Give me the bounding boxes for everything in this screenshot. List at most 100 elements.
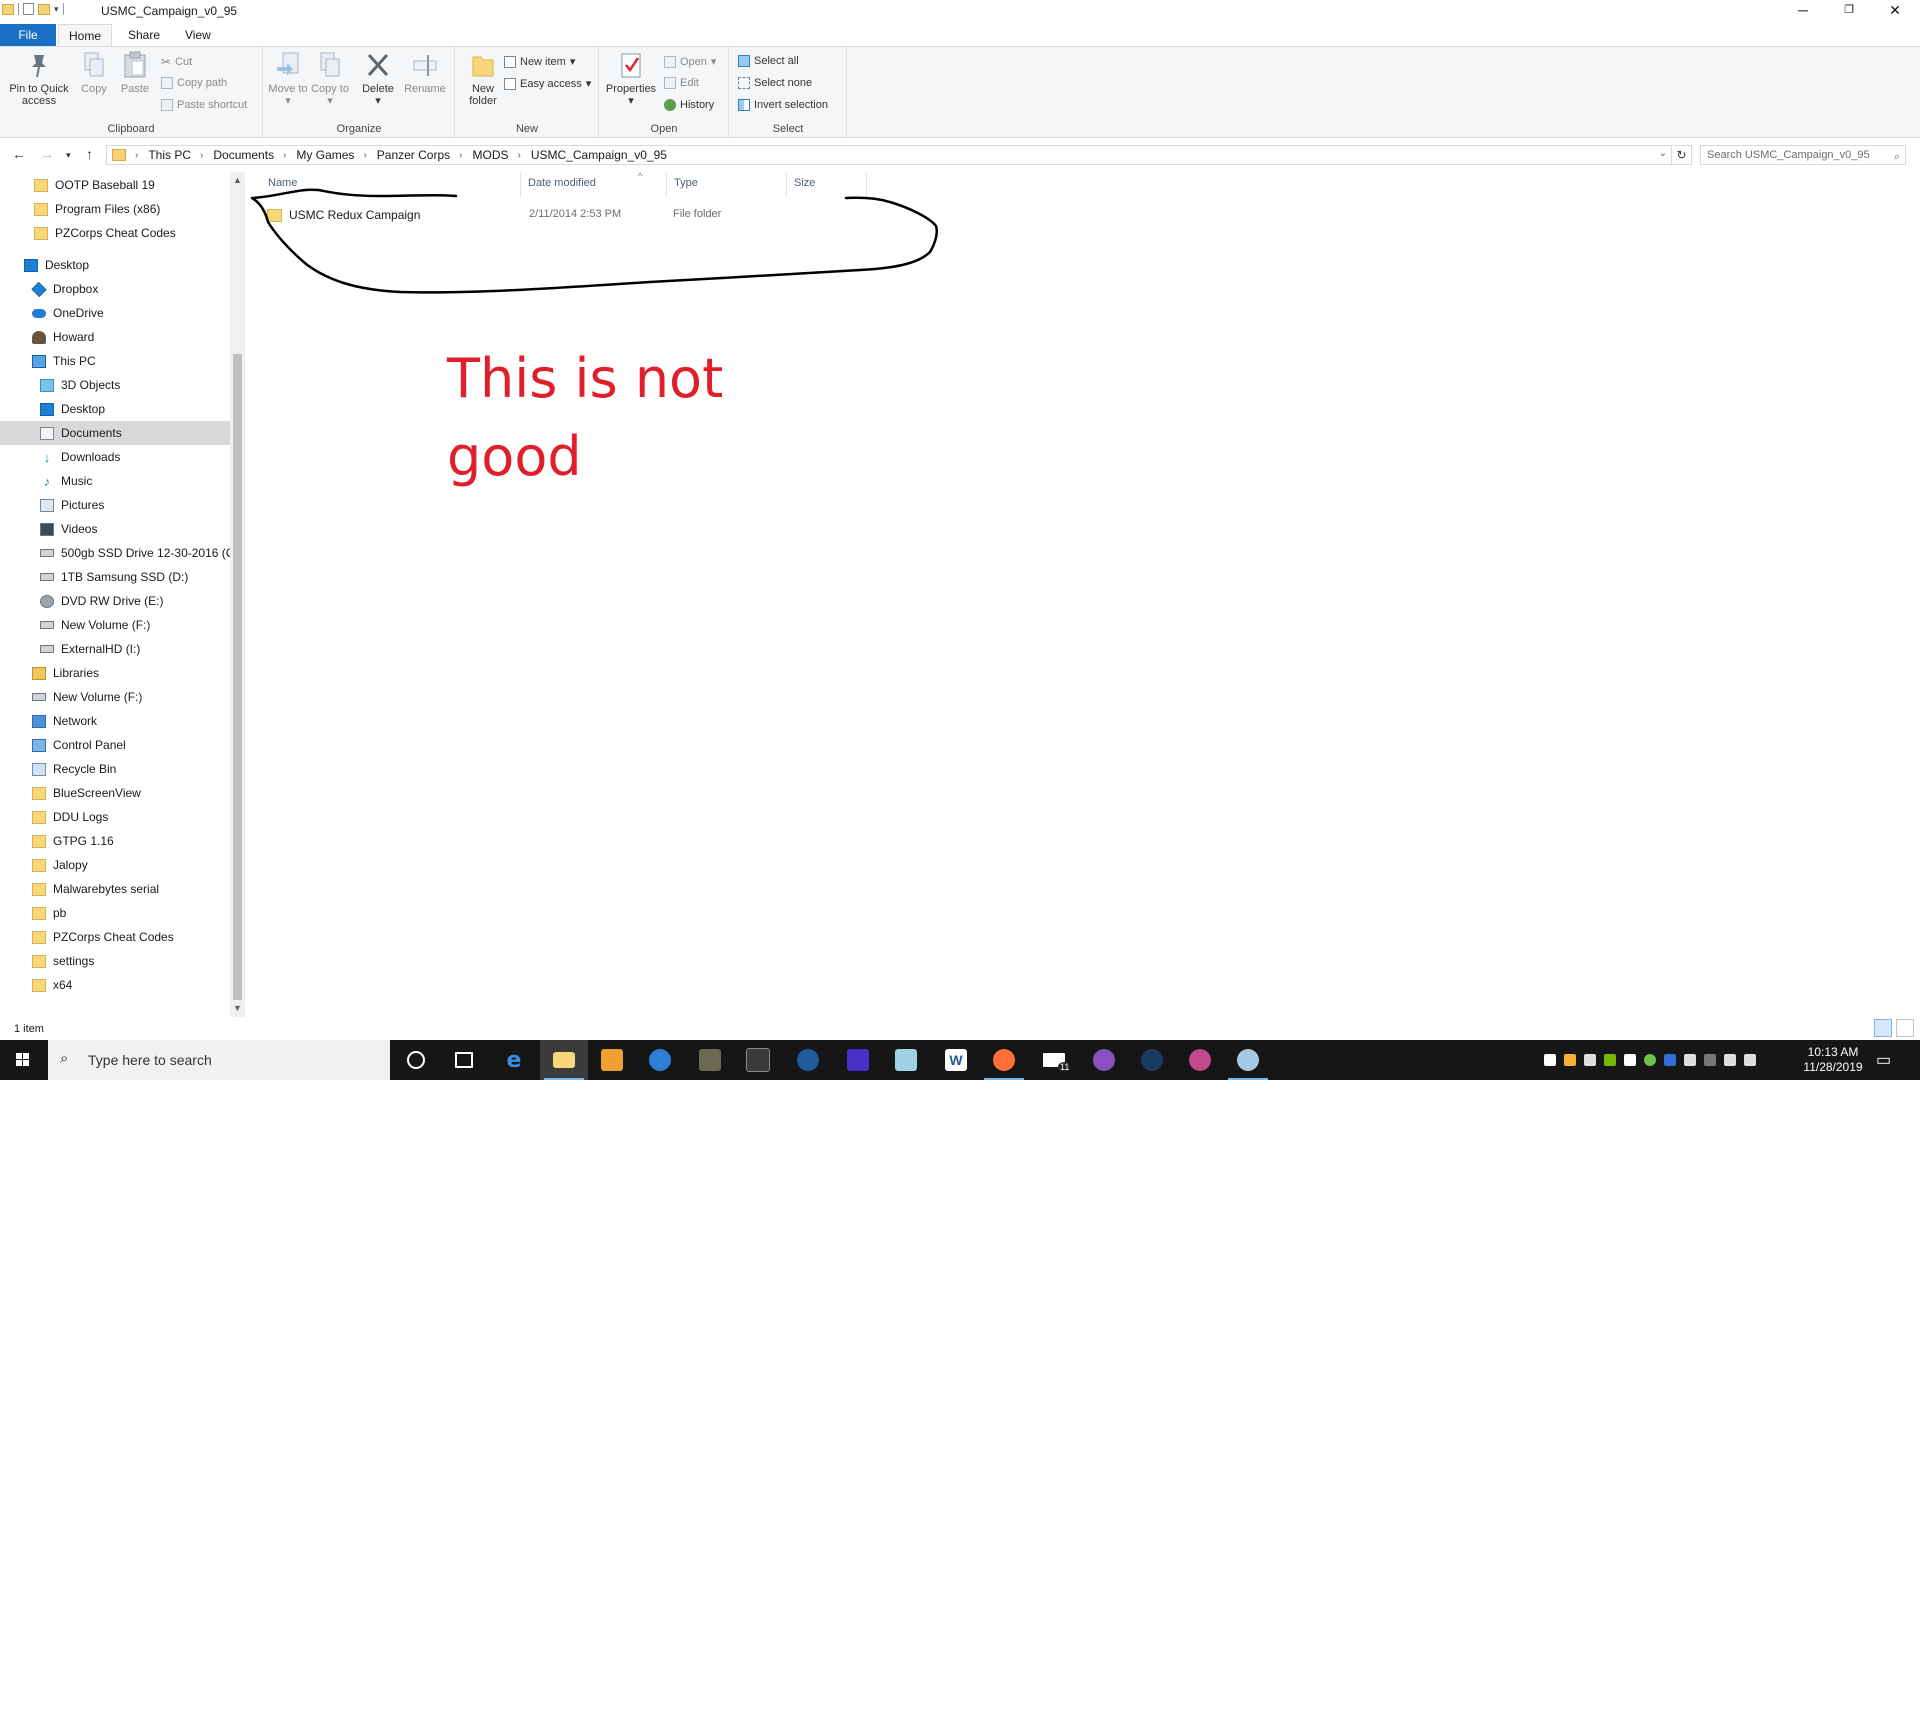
- large-icons-view-icon[interactable]: [1896, 1019, 1914, 1037]
- paint-app-icon[interactable]: [1224, 1040, 1272, 1080]
- tray-app-icon[interactable]: [1564, 1054, 1576, 1066]
- nav-item-documents[interactable]: Documents: [0, 421, 230, 445]
- nav-item-bluescreenview[interactable]: BlueScreenView: [0, 781, 230, 805]
- nav-item-desktop[interactable]: Desktop: [0, 397, 230, 421]
- nav-item-x64[interactable]: x64: [0, 973, 230, 997]
- copy-path-button[interactable]: Copy path: [161, 77, 227, 89]
- nav-item-downloads[interactable]: ↓ Downloads: [0, 445, 230, 469]
- nav-item-howard[interactable]: Howard: [0, 325, 230, 349]
- pin-to-quick-access-button[interactable]: Pin to Quick access: [4, 51, 74, 107]
- address-dropdown-chevron-icon[interactable]: ⌄: [1659, 148, 1667, 159]
- copy-to-button[interactable]: Copy to ▾: [310, 51, 350, 107]
- nav-item-new-volume-f[interactable]: New Volume (F:): [0, 685, 230, 709]
- headset-app-icon[interactable]: [784, 1040, 832, 1080]
- tab-file[interactable]: File: [0, 24, 56, 46]
- restore-button[interactable]: ❐: [1826, 0, 1872, 22]
- breadcrumb-this-pc[interactable]: This PC: [148, 148, 191, 162]
- action-center-icon[interactable]: ▭: [1876, 1050, 1891, 1070]
- nav-item-pzcorps-cheat-codes[interactable]: PZCorps Cheat Codes: [0, 221, 230, 245]
- delete-button[interactable]: Delete ▾: [358, 51, 398, 107]
- cortana-icon[interactable]: [392, 1040, 440, 1080]
- nav-item-settings[interactable]: settings: [0, 949, 230, 973]
- mail-icon[interactable]: 11: [1030, 1040, 1078, 1080]
- breadcrumb-panzer-corps[interactable]: Panzer Corps: [377, 148, 450, 162]
- volume-icon[interactable]: [1744, 1054, 1756, 1066]
- scroll-down-arrow-icon[interactable]: ▼: [230, 1003, 245, 1013]
- file-explorer-taskbar-icon[interactable]: [540, 1040, 588, 1080]
- forward-arrow-icon[interactable]: →: [40, 146, 54, 162]
- firefox-icon[interactable]: [980, 1040, 1028, 1080]
- column-header-type[interactable]: Type: [674, 177, 698, 189]
- media-player-icon[interactable]: [588, 1040, 636, 1080]
- nav-item-ootp-baseball-19[interactable]: OOTP Baseball 19: [0, 173, 230, 197]
- breadcrumb-mods[interactable]: MODS: [473, 148, 509, 162]
- tray-arrow-icon[interactable]: [1584, 1054, 1596, 1066]
- breadcrumb-documents[interactable]: Documents: [213, 148, 274, 162]
- up-arrow-icon[interactable]: ↑: [86, 146, 93, 162]
- open-button[interactable]: Open ▾: [664, 55, 716, 68]
- invert-selection-button[interactable]: Invert selection: [738, 99, 828, 111]
- nav-item-dropbox[interactable]: Dropbox: [0, 277, 230, 301]
- amazon-music-icon[interactable]: [834, 1040, 882, 1080]
- properties-button[interactable]: Properties ▾: [602, 51, 660, 107]
- nav-item-network[interactable]: Network: [0, 709, 230, 733]
- close-button[interactable]: ✕: [1872, 0, 1918, 22]
- minimize-button[interactable]: ─: [1780, 0, 1826, 22]
- rename-button[interactable]: Rename: [402, 51, 448, 95]
- refresh-icon[interactable]: ↻: [1672, 145, 1692, 165]
- nav-item-ddu-logs[interactable]: DDU Logs: [0, 805, 230, 829]
- clock[interactable]: 10:13 AM 11/28/2019: [1800, 1045, 1866, 1075]
- tab-home[interactable]: Home: [58, 24, 113, 46]
- edge-icon[interactable]: e: [490, 1040, 538, 1080]
- select-none-button[interactable]: Select none: [738, 77, 812, 89]
- nav-item-gtpg[interactable]: GTPG 1.16: [0, 829, 230, 853]
- search-input[interactable]: Search USMC_Campaign_v0_95 ⌕: [1700, 145, 1906, 165]
- nav-item-videos[interactable]: Videos: [0, 517, 230, 541]
- nav-item-drive-f[interactable]: New Volume (F:): [0, 613, 230, 637]
- ssd-icon[interactable]: [1704, 1054, 1716, 1066]
- word-icon[interactable]: W: [932, 1040, 980, 1080]
- nav-item-drive-d[interactable]: 1TB Samsung SSD (D:): [0, 565, 230, 589]
- taskbar-search-input[interactable]: ⌕ Type here to search: [48, 1040, 390, 1080]
- customize-qat-chevron-icon[interactable]: ▾: [54, 4, 59, 15]
- history-button[interactable]: History: [664, 99, 714, 111]
- tray-app-2-icon[interactable]: [1644, 1054, 1656, 1066]
- nav-item-jalopy[interactable]: Jalopy: [0, 853, 230, 877]
- nav-item-drive-e[interactable]: DVD RW Drive (E:): [0, 589, 230, 613]
- new-folder-qat-icon[interactable]: [38, 3, 50, 15]
- cut-button[interactable]: ✂ Cut: [161, 55, 192, 69]
- breadcrumb-usmc-campaign[interactable]: USMC_Campaign_v0_95: [531, 148, 667, 162]
- network-tray-icon[interactable]: [1724, 1054, 1736, 1066]
- nvidia-icon[interactable]: [1604, 1054, 1616, 1066]
- breadcrumb-my-games[interactable]: My Games: [296, 148, 354, 162]
- app-shield-icon[interactable]: [636, 1040, 684, 1080]
- nav-item-program-files-x86[interactable]: Program Files (x86): [0, 197, 230, 221]
- column-header-size[interactable]: Size: [794, 177, 815, 189]
- browser-app-icon[interactable]: [1176, 1040, 1224, 1080]
- game-app-icon[interactable]: [686, 1040, 734, 1080]
- malwarebytes-icon[interactable]: [1664, 1054, 1676, 1066]
- nav-item-libraries[interactable]: Libraries: [0, 661, 230, 685]
- nav-item-desktop-root[interactable]: Desktop: [0, 253, 230, 277]
- steam-icon[interactable]: [1128, 1040, 1176, 1080]
- game-app-2-icon[interactable]: [734, 1040, 782, 1080]
- tab-view[interactable]: View: [175, 24, 221, 46]
- recent-locations-chevron-icon[interactable]: ▾: [66, 150, 71, 161]
- column-header-date-modified[interactable]: Date modified: [528, 177, 596, 189]
- nav-item-drive-c[interactable]: 500gb SSD Drive 12-30-2016 (C:): [0, 541, 242, 565]
- nav-item-control-panel[interactable]: Control Panel: [0, 733, 230, 757]
- nav-item-pb[interactable]: pb: [0, 901, 230, 925]
- nav-item-pzcorps-cheat-codes-2[interactable]: PZCorps Cheat Codes: [0, 925, 230, 949]
- table-row[interactable]: USMC Redux Campaign: [267, 205, 420, 225]
- new-item-button[interactable]: New item ▾: [504, 55, 575, 68]
- nav-item-drive-i[interactable]: ExternalHD (I:): [0, 637, 230, 661]
- details-view-icon[interactable]: [1874, 1019, 1892, 1037]
- nav-item-this-pc[interactable]: This PC: [0, 349, 230, 373]
- nav-pane-scrollbar-thumb[interactable]: [233, 354, 242, 1000]
- back-arrow-icon[interactable]: ←: [12, 146, 26, 162]
- windows-start-icon[interactable]: [0, 1040, 46, 1080]
- nav-item-music[interactable]: ♪ Music: [0, 469, 230, 493]
- usb-icon[interactable]: [1684, 1054, 1696, 1066]
- move-to-button[interactable]: Move to ▾: [268, 51, 308, 107]
- select-all-button[interactable]: Select all: [738, 55, 799, 67]
